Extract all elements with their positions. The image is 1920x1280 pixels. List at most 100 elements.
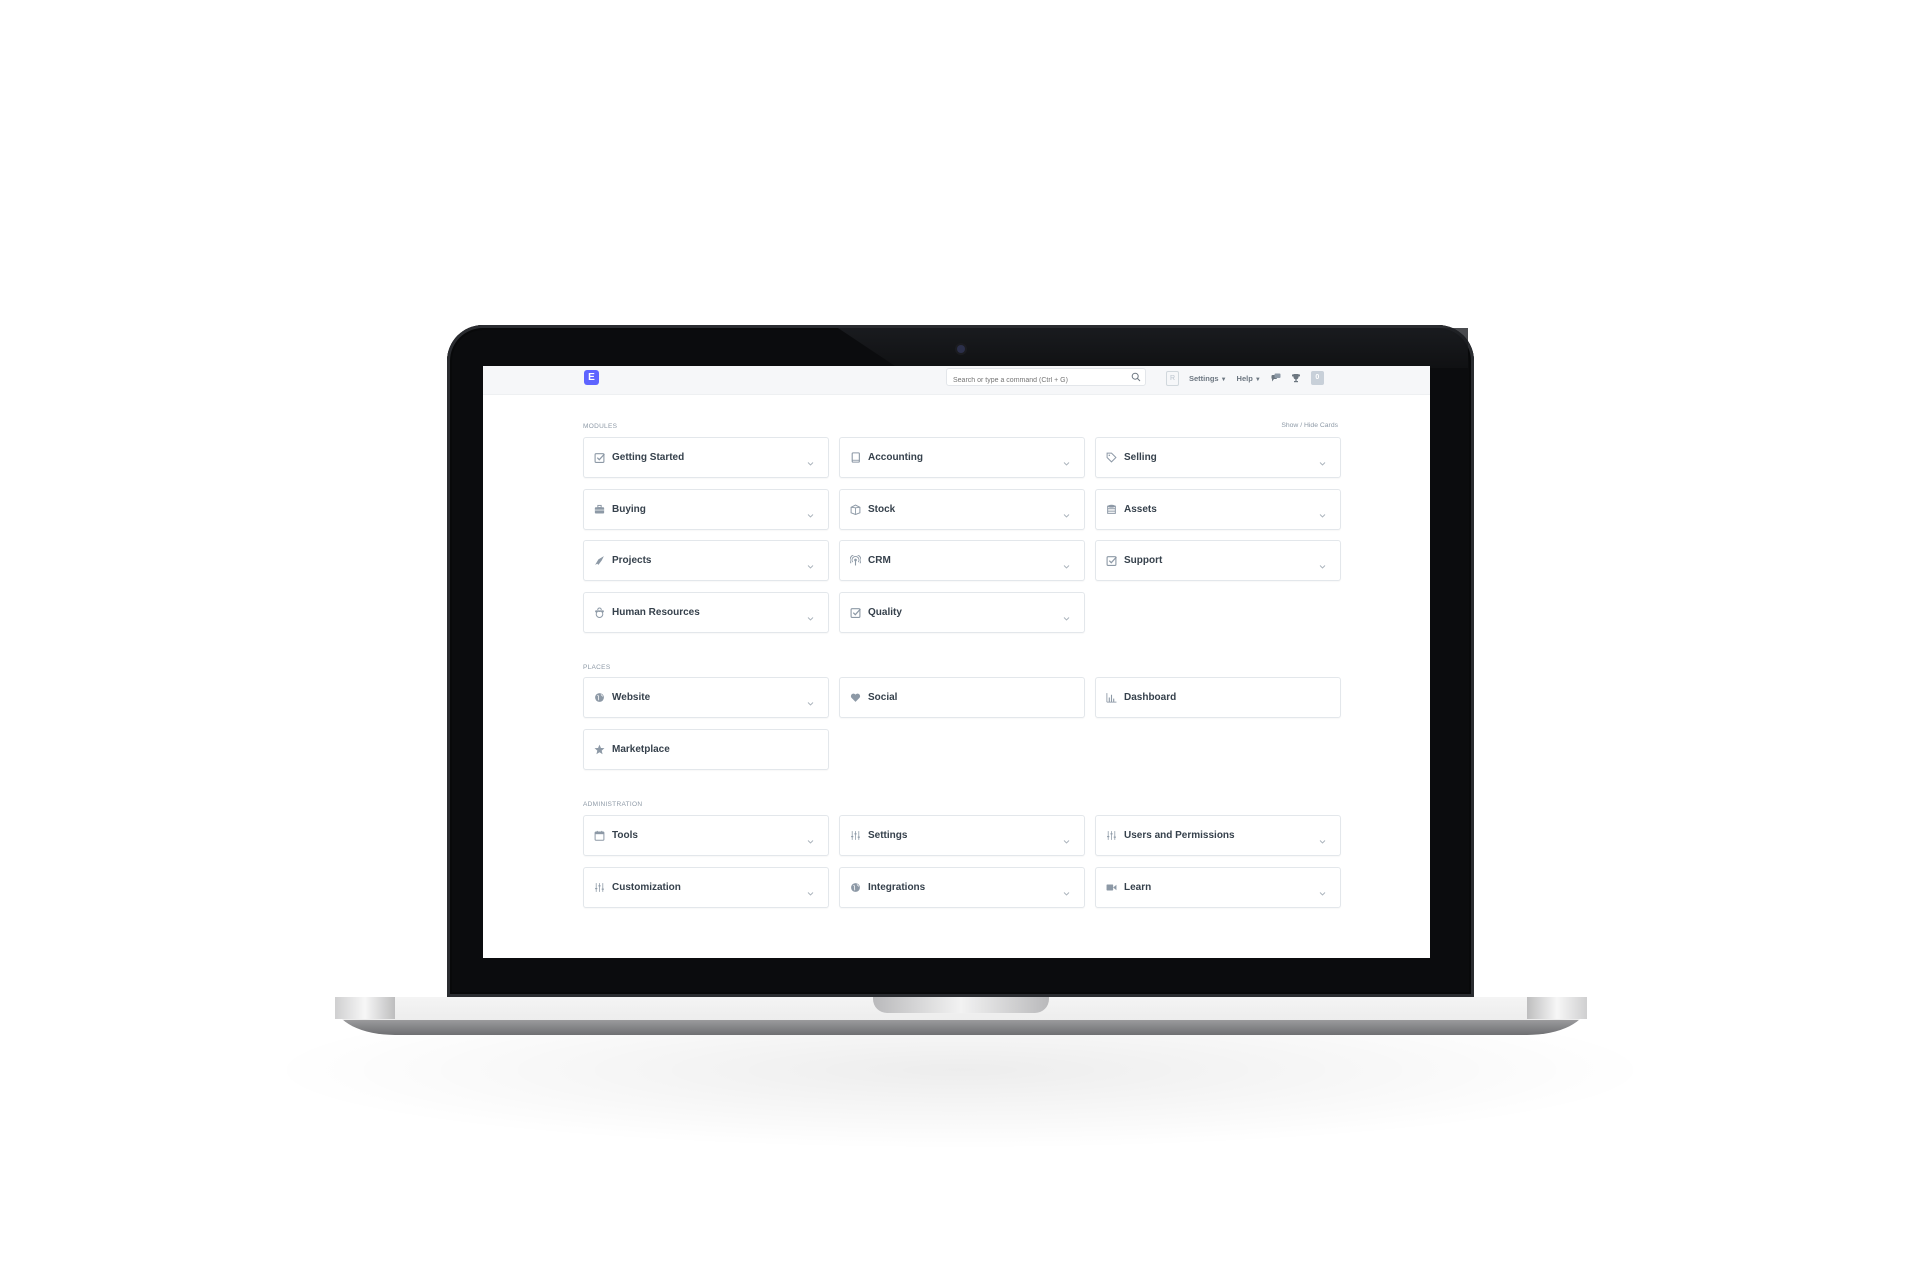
calendar-icon <box>594 830 605 841</box>
app-screen: E R Settings▼ Help▼ 0 MODULES Show / Hid… <box>483 366 1430 958</box>
bar-chart-icon <box>1106 692 1117 703</box>
card-assets[interactable]: Assets <box>1095 488 1341 530</box>
card-label: Projects <box>612 555 652 566</box>
chevron-down-icon[interactable] <box>1063 454 1070 466</box>
checkbox-icon <box>1106 555 1117 566</box>
card-buying[interactable]: Buying <box>583 488 829 530</box>
card-label: Stock <box>868 503 896 515</box>
chevron-down-icon[interactable] <box>1063 557 1070 569</box>
card-quality[interactable]: Quality <box>839 591 1085 633</box>
settings-label: Settings <box>1189 373 1219 383</box>
card-label: Social <box>868 692 898 703</box>
globe-icon <box>594 692 605 703</box>
search-input[interactable] <box>947 372 1123 389</box>
card-stock[interactable]: Stock <box>839 488 1085 530</box>
card-label: CRM <box>868 555 891 566</box>
card-label: Website <box>612 692 651 703</box>
trophy-icon[interactable] <box>1291 373 1301 383</box>
card-support[interactable]: Support <box>1095 540 1341 581</box>
tag-icon <box>1106 452 1117 463</box>
search-icon[interactable] <box>1131 372 1141 382</box>
chevron-down-icon[interactable] <box>807 557 814 569</box>
card-label: Learn <box>1124 881 1152 893</box>
chevron-down-icon[interactable] <box>807 832 814 844</box>
card-label: Dashboard <box>1124 692 1177 703</box>
app-logo[interactable]: E <box>584 370 599 385</box>
laptop-base-right-edge <box>1527 997 1587 1019</box>
chevron-down-icon[interactable] <box>1319 832 1326 844</box>
chat-bubbles-icon[interactable] <box>1271 373 1281 383</box>
chevron-down-icon[interactable] <box>807 884 814 896</box>
caret-down-icon: ▼ <box>1220 376 1227 383</box>
chevron-down-icon[interactable] <box>1063 609 1070 621</box>
video-camera-icon <box>1106 882 1117 893</box>
chevron-down-icon[interactable] <box>1319 454 1326 466</box>
checkbox-icon <box>594 452 605 463</box>
settings-dropdown[interactable]: Settings ▼ <box>1189 374 1227 383</box>
chevron-down-icon[interactable] <box>1319 884 1326 896</box>
card-learn[interactable]: Learn <box>1095 866 1341 908</box>
card-users-and-permissions[interactable]: Users and Permissions <box>1095 815 1341 856</box>
card-label: Settings <box>868 830 908 841</box>
card-accounting[interactable]: Accounting <box>839 437 1085 478</box>
card-label: Customization <box>612 881 681 893</box>
card-marketplace[interactable]: Marketplace <box>583 728 829 770</box>
briefcase-icon <box>594 504 605 515</box>
box-icon <box>850 504 861 515</box>
card-getting-started[interactable]: Getting Started <box>583 437 829 478</box>
navbar-right: R Settings ▼ Help ▼ 0 <box>1166 369 1324 387</box>
navbar: E R Settings▼ Help▼ 0 <box>483 366 1430 395</box>
star-icon <box>594 744 605 755</box>
card-label: Users and Permissions <box>1124 830 1235 841</box>
help-label: Help <box>1236 373 1253 383</box>
card-label: Assets <box>1124 503 1157 515</box>
laptop-hinge-notch <box>873 997 1049 1013</box>
card-selling[interactable]: Selling <box>1095 437 1341 478</box>
card-label: Quality <box>868 606 902 618</box>
chevron-down-icon[interactable] <box>807 694 814 706</box>
chevron-down-icon[interactable] <box>1063 884 1070 896</box>
card-social[interactable]: Social <box>839 677 1085 718</box>
database-icon <box>1106 504 1117 515</box>
laptop-base-left-edge <box>335 997 395 1019</box>
user-initial-box[interactable]: R <box>1166 370 1179 386</box>
lid-glare <box>838 328 1468 368</box>
caret-down-icon: ▼ <box>1254 376 1261 383</box>
sliders-icon <box>594 882 605 893</box>
card-label: Integrations <box>868 881 926 893</box>
book-icon <box>850 452 861 463</box>
chevron-down-icon[interactable] <box>807 454 814 466</box>
chevron-down-icon[interactable] <box>1319 506 1326 518</box>
search-box[interactable] <box>946 368 1146 389</box>
checkbox-icon <box>850 607 861 618</box>
card-label: Getting Started <box>612 452 685 463</box>
broadcast-icon <box>850 555 861 566</box>
chevron-down-icon[interactable] <box>1319 557 1326 569</box>
sliders-icon <box>1106 830 1117 841</box>
chevron-down-icon[interactable] <box>807 609 814 621</box>
modules-section-label: MODULES <box>583 423 618 430</box>
chevron-down-icon[interactable] <box>807 506 814 518</box>
card-crm[interactable]: CRM <box>839 540 1085 581</box>
globe-icon <box>850 882 861 893</box>
card-customization[interactable]: Customization <box>583 866 829 908</box>
card-settings[interactable]: Settings <box>839 815 1085 856</box>
card-projects[interactable]: Projects <box>583 540 829 581</box>
card-label: Tools <box>612 830 638 841</box>
help-dropdown[interactable]: Help ▼ <box>1237 374 1261 383</box>
card-label: Marketplace <box>612 743 670 755</box>
places-section-label: PLACES <box>583 664 611 671</box>
show-hide-cards-link[interactable]: Show / Hide Cards <box>1281 422 1338 429</box>
user-avatar[interactable]: 0 <box>1310 371 1324 385</box>
card-label: Accounting <box>868 452 923 463</box>
chevron-down-icon[interactable] <box>1063 832 1070 844</box>
chevron-down-icon[interactable] <box>1063 506 1070 518</box>
card-dashboard[interactable]: Dashboard <box>1095 677 1341 718</box>
card-human-resources[interactable]: Human Resources <box>583 591 829 633</box>
card-label: Human Resources <box>612 606 700 618</box>
administration-section-label: ADMINISTRATION <box>583 801 643 808</box>
card-label: Selling <box>1124 452 1157 463</box>
card-integrations[interactable]: Integrations <box>839 866 1085 908</box>
card-tools[interactable]: Tools <box>583 815 829 856</box>
card-website[interactable]: Website <box>583 677 829 718</box>
